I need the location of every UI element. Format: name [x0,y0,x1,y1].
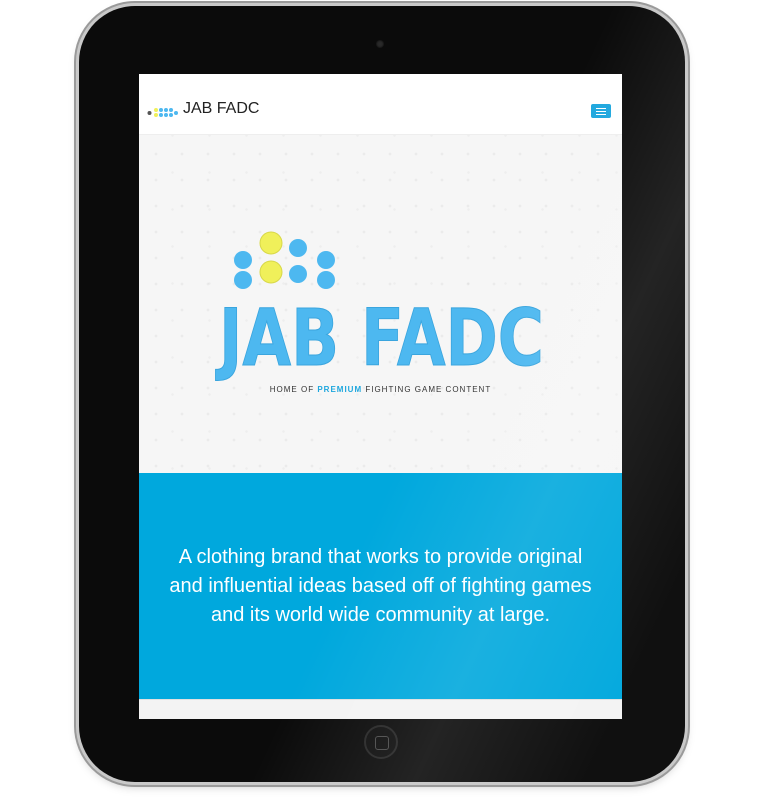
camera-icon [376,40,384,48]
about-description: A clothing brand that works to provide o… [169,546,592,626]
tagline-prefix: HOME OF [269,385,318,394]
nav-brand-title[interactable]: JAB FADC [183,100,259,118]
home-button[interactable] [364,725,398,759]
menu-bar [596,107,606,109]
tagline-accent: PREMIUM [317,385,363,394]
brand-logo-icon[interactable] [147,106,179,118]
next-section-peek [139,699,622,719]
hero-tagline: HOME OF PREMIUM FIGHTING GAME CONTENT [139,385,622,394]
hero-section: JAB FADC HOME OF PREMIUM FIGHTING GAME C… [139,135,622,473]
logo-wordmark: JAB FADC [215,294,544,384]
menu-bar [596,113,606,115]
tablet-screen: JAB FADC JAB FADC HOME OF PREMIUM FIGHTI… [139,74,622,719]
hamburger-menu-icon[interactable] [591,104,611,118]
home-square-icon [375,736,389,750]
tablet-device: JAB FADC JAB FADC HOME OF PREMIUM FIGHTI… [79,6,685,782]
about-section: A clothing brand that works to provide o… [139,473,622,699]
jab-fadc-logo: JAB FADC [214,231,545,385]
navbar: JAB FADC [139,74,622,135]
menu-bar [596,110,606,112]
tagline-suffix: FIGHTING GAME CONTENT [362,385,492,394]
